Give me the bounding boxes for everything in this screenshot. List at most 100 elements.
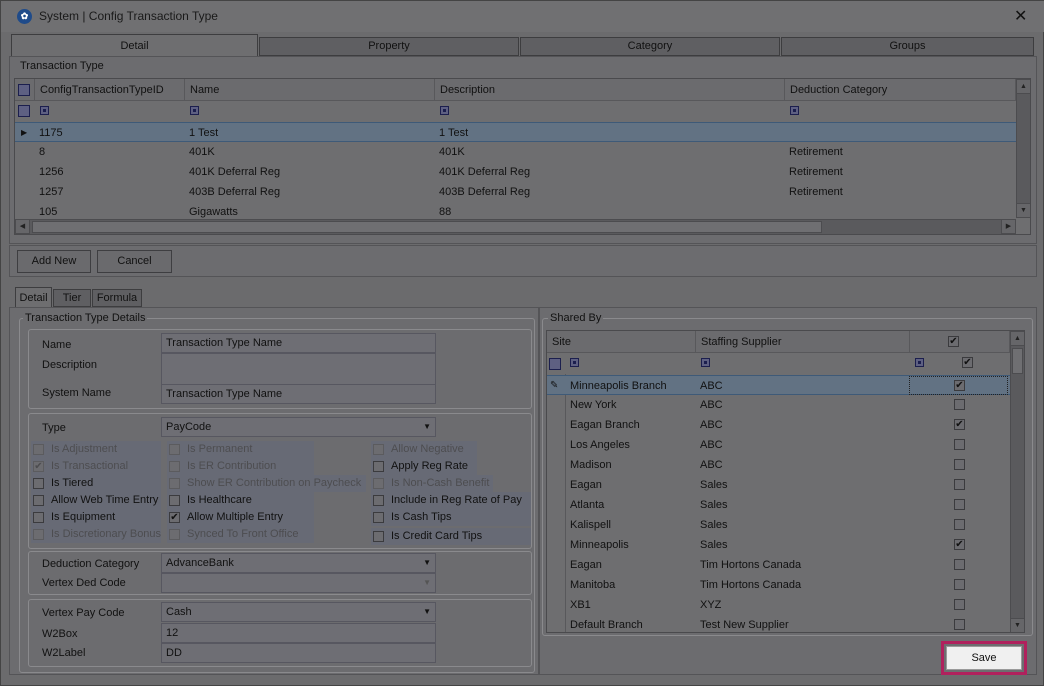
scroll-left-icon[interactable]: ◀ bbox=[15, 219, 30, 234]
col-header-deduction-category[interactable]: Deduction Category bbox=[785, 79, 1016, 101]
checkbox-box[interactable] bbox=[373, 531, 384, 542]
col-header-select-all[interactable]: ✔ bbox=[910, 331, 1010, 353]
checkbox-allow-negative[interactable]: Allow Negative bbox=[371, 441, 477, 458]
vertical-scrollbar[interactable]: ▲ ▼ bbox=[1016, 79, 1030, 218]
checkbox-box[interactable] bbox=[169, 529, 180, 540]
checkbox-box[interactable] bbox=[33, 478, 44, 489]
deduction-category-dropdown[interactable]: AdvanceBank bbox=[161, 553, 436, 573]
shared-row[interactable]: Atlanta Sales bbox=[547, 495, 1010, 515]
filter-clear-icon[interactable] bbox=[18, 105, 30, 117]
horizontal-scrollbar[interactable]: ◀ ▶ bbox=[15, 219, 1016, 234]
system-name-field[interactable]: Transaction Type Name bbox=[161, 384, 436, 404]
checkbox-show-er-contribution[interactable]: Show ER Contribution on Paycheck bbox=[167, 475, 366, 492]
filter-category-icon[interactable] bbox=[790, 106, 799, 115]
shared-row[interactable]: Default Branch Test New Supplier bbox=[547, 615, 1010, 632]
filter-id-icon[interactable] bbox=[40, 106, 49, 115]
checkbox-box[interactable] bbox=[169, 495, 180, 506]
table-row[interactable]: 1256 401K Deferral Reg 401K Deferral Reg… bbox=[15, 162, 1016, 182]
shared-row[interactable]: New York ABC bbox=[547, 395, 1010, 415]
shared-row[interactable]: Minneapolis Sales ✔ bbox=[547, 535, 1010, 555]
row-checkbox[interactable] bbox=[954, 519, 965, 530]
scroll-up-icon[interactable]: ▲ bbox=[1016, 79, 1030, 94]
checkbox-box[interactable] bbox=[169, 478, 180, 489]
checkbox-box[interactable] bbox=[33, 495, 44, 506]
shared-vertical-scrollbar[interactable]: ▲ ▼ bbox=[1010, 331, 1024, 632]
checkbox-box[interactable] bbox=[33, 529, 44, 540]
row-checkbox[interactable] bbox=[954, 619, 965, 630]
checkbox-is-credit-card-tips[interactable]: Is Credit Card Tips bbox=[371, 528, 531, 545]
checkbox-is-transactional[interactable]: ✔ Is Transactional bbox=[31, 458, 161, 475]
row-checkbox[interactable] bbox=[954, 439, 965, 450]
checkbox-is-adjustment[interactable]: Is Adjustment bbox=[31, 441, 161, 458]
type-dropdown[interactable]: PayCode bbox=[161, 417, 436, 437]
shared-row[interactable]: XB1 XYZ bbox=[547, 595, 1010, 615]
scroll-right-icon[interactable]: ▶ bbox=[1001, 219, 1016, 234]
w2label-field[interactable]: DD bbox=[161, 643, 436, 663]
row-checkbox[interactable] bbox=[954, 459, 965, 470]
filter-site-icon[interactable] bbox=[570, 358, 579, 367]
checkbox-box[interactable] bbox=[373, 495, 384, 506]
table-row[interactable]: 1257 403B Deferral Reg 403B Deferral Reg… bbox=[15, 182, 1016, 202]
checkbox-box[interactable]: ✔ bbox=[169, 512, 180, 523]
col-header-staffing-supplier[interactable]: Staffing Supplier bbox=[696, 331, 910, 353]
cancel-button[interactable]: Cancel bbox=[97, 250, 172, 273]
col-header-name[interactable]: Name bbox=[185, 79, 435, 101]
scroll-up-icon[interactable]: ▲ bbox=[1010, 331, 1024, 346]
table-row[interactable]: 8 401K 401K Retirement bbox=[15, 142, 1016, 162]
checkbox-box[interactable] bbox=[169, 461, 180, 472]
tab-category[interactable]: Category bbox=[520, 37, 780, 56]
checkbox-allow-web-time-entry[interactable]: Allow Web Time Entry bbox=[31, 492, 161, 509]
checkbox-is-healthcare[interactable]: Is Healthcare bbox=[167, 492, 314, 509]
name-field[interactable]: Transaction Type Name bbox=[161, 333, 436, 353]
vertex-pay-code-dropdown[interactable]: Cash bbox=[161, 602, 436, 622]
checkbox-allow-multiple-entry[interactable]: ✔ Allow Multiple Entry bbox=[167, 509, 314, 526]
description-field[interactable] bbox=[161, 353, 436, 385]
row-checkbox[interactable]: ✔ bbox=[954, 539, 965, 550]
shared-row[interactable]: Eagan Branch ABC ✔ bbox=[547, 415, 1010, 435]
shared-row[interactable]: Eagan Sales bbox=[547, 475, 1010, 495]
checkbox-is-non-cash-benefit[interactable]: Is Non-Cash Benefit bbox=[371, 475, 493, 492]
checkbox-box[interactable] bbox=[373, 478, 384, 489]
scroll-thumb[interactable] bbox=[32, 221, 822, 233]
checkbox-is-discretionary-bonus[interactable]: Is Discretionary Bonus bbox=[31, 526, 161, 543]
scroll-thumb[interactable] bbox=[1012, 348, 1023, 374]
add-new-button[interactable]: Add New bbox=[17, 250, 91, 273]
shared-row[interactable]: Los Angeles ABC bbox=[547, 435, 1010, 455]
tab-groups[interactable]: Groups bbox=[781, 37, 1034, 56]
tab-detail[interactable]: Detail bbox=[11, 34, 258, 57]
checkbox-box[interactable] bbox=[33, 444, 44, 455]
checkbox-apply-reg-rate[interactable]: Apply Reg Rate bbox=[371, 458, 477, 475]
vertex-ded-code-dropdown[interactable] bbox=[161, 573, 436, 593]
scroll-down-icon[interactable]: ▼ bbox=[1016, 203, 1030, 218]
checkbox-include-reg-rate[interactable]: Include in Reg Rate of Pay bbox=[371, 492, 531, 509]
checkbox-box[interactable]: ✔ bbox=[33, 461, 44, 472]
filter-checked-icon[interactable] bbox=[915, 358, 924, 367]
checkbox-box[interactable] bbox=[33, 512, 44, 523]
row-checkbox[interactable] bbox=[954, 579, 965, 590]
col-header-description[interactable]: Description bbox=[435, 79, 785, 101]
checkbox-synced-to-front-office[interactable]: Synced To Front Office bbox=[167, 526, 314, 543]
checkbox-box[interactable] bbox=[169, 444, 180, 455]
close-icon[interactable]: ✕ bbox=[1014, 6, 1027, 26]
shared-row[interactable]: Kalispell Sales bbox=[547, 515, 1010, 535]
shared-row[interactable]: Eagan Tim Hortons Canada bbox=[547, 555, 1010, 575]
col-header-site[interactable]: Site bbox=[547, 331, 696, 353]
row-checkbox[interactable] bbox=[954, 399, 965, 410]
checkbox-is-permanent[interactable]: Is Permanent bbox=[167, 441, 314, 458]
w2box-field[interactable]: 12 bbox=[161, 623, 436, 643]
checkbox-box[interactable] bbox=[373, 512, 384, 523]
subtab-detail[interactable]: Detail bbox=[15, 287, 52, 307]
row-checkbox[interactable] bbox=[954, 559, 965, 570]
filter-supplier-icon[interactable] bbox=[701, 358, 710, 367]
checkbox-is-cash-tips[interactable]: Is Cash Tips bbox=[371, 509, 531, 526]
shared-row[interactable]: Madison ABC bbox=[547, 455, 1010, 475]
row-checkbox[interactable]: ✔ bbox=[954, 380, 965, 391]
tab-property[interactable]: Property bbox=[259, 37, 519, 56]
subtab-formula[interactable]: Formula bbox=[92, 289, 142, 307]
scroll-down-icon[interactable]: ▼ bbox=[1010, 618, 1024, 632]
checkbox-is-equipment[interactable]: Is Equipment bbox=[31, 509, 161, 526]
row-checkbox[interactable] bbox=[954, 599, 965, 610]
save-button[interactable]: Save bbox=[946, 646, 1022, 670]
checkbox-box[interactable] bbox=[373, 461, 384, 472]
column-chooser-icon[interactable] bbox=[15, 79, 35, 101]
